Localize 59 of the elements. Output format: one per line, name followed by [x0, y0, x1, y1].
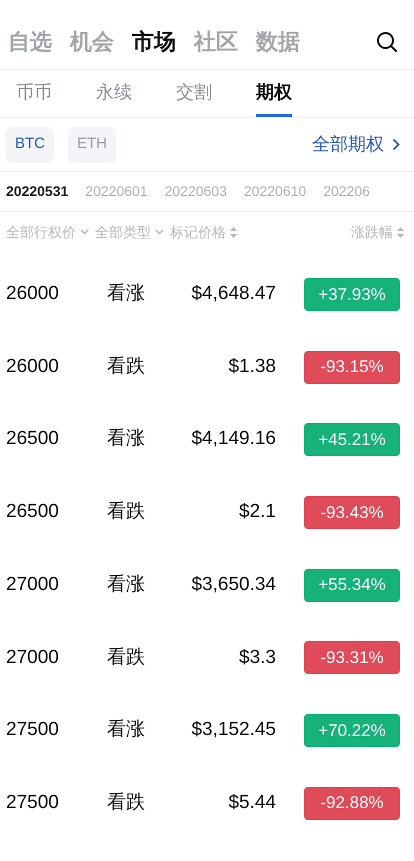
date-tab[interactable]: 20220601 — [85, 181, 148, 202]
date-tab[interactable]: 20220603 — [164, 181, 227, 202]
change-badge: +37.93% — [304, 278, 400, 311]
change-badge: -93.15% — [304, 350, 400, 384]
strike-price: 27500 — [6, 790, 60, 815]
strike-price: 26000 — [6, 282, 60, 306]
date-tab[interactable]: 20220531 — [6, 181, 68, 202]
sort-icon — [397, 226, 404, 238]
sort-icon — [230, 226, 237, 238]
coin-chip[interactable]: BTC — [6, 126, 54, 162]
main-tab[interactable]: 机会 — [70, 25, 114, 58]
mark-price: $1.38 — [227, 354, 276, 379]
strike-price: 26500 — [6, 500, 60, 524]
option-type: 看涨 — [107, 572, 146, 597]
chevron-right-icon — [392, 138, 400, 151]
strike-price: 26500 — [6, 427, 60, 452]
option-type: 看涨 — [107, 718, 146, 742]
change-badge: -93.31% — [304, 641, 400, 674]
sub-tab[interactable]: 永续 — [96, 70, 132, 117]
date-tab[interactable]: 20220610 — [244, 181, 306, 202]
mark-price: $3.3 — [238, 646, 276, 670]
change-badge: +70.22% — [304, 714, 400, 747]
change-badge: +55.34% — [304, 568, 400, 602]
column-header[interactable]: 全部行权价 — [6, 222, 89, 242]
main-tab[interactable]: 社区 — [194, 25, 238, 58]
column-header[interactable]: 全部类型 — [95, 222, 164, 242]
strike-price: 27000 — [6, 646, 60, 670]
option-type: 看跌 — [107, 500, 146, 524]
search-icon[interactable] — [376, 30, 398, 52]
strike-price: 26000 — [6, 354, 60, 379]
chevron-down-icon — [80, 229, 89, 235]
mark-price: $3,152.45 — [190, 718, 276, 742]
change-badge: -93.43% — [304, 496, 400, 529]
change-badge: +45.21% — [304, 423, 400, 456]
strike-price: 27500 — [6, 718, 60, 742]
sub-tab[interactable]: 期权 — [256, 70, 292, 117]
strike-price: 27000 — [6, 572, 60, 597]
main-tab[interactable]: 自选 — [8, 25, 52, 58]
option-type: 看跌 — [107, 354, 146, 379]
coin-chip[interactable]: ETH — [68, 126, 116, 162]
sub-tab[interactable]: 币币 — [16, 70, 52, 117]
mark-price: $4,648.47 — [190, 282, 276, 306]
date-tab[interactable]: 202206 — [323, 181, 370, 202]
mark-price: $4,149.16 — [190, 427, 276, 452]
column-header[interactable]: 标记价格 — [170, 222, 237, 242]
change-badge: -92.88% — [304, 786, 400, 820]
option-type: 看跌 — [107, 646, 146, 670]
mark-price: $3,650.34 — [190, 572, 276, 597]
option-type: 看涨 — [107, 282, 146, 306]
all-options-link[interactable]: 全部期权 — [312, 131, 400, 158]
mark-price: $2.1 — [238, 500, 276, 524]
mark-price: $5.44 — [227, 790, 276, 815]
option-type: 看涨 — [107, 427, 146, 452]
option-type: 看跌 — [107, 790, 146, 815]
main-tab[interactable]: 数据 — [256, 25, 300, 58]
column-header[interactable]: 涨跌幅 — [351, 222, 404, 242]
main-tab[interactable]: 市场 — [132, 25, 176, 58]
chevron-down-icon — [155, 229, 164, 235]
sub-tab[interactable]: 交割 — [176, 70, 212, 117]
